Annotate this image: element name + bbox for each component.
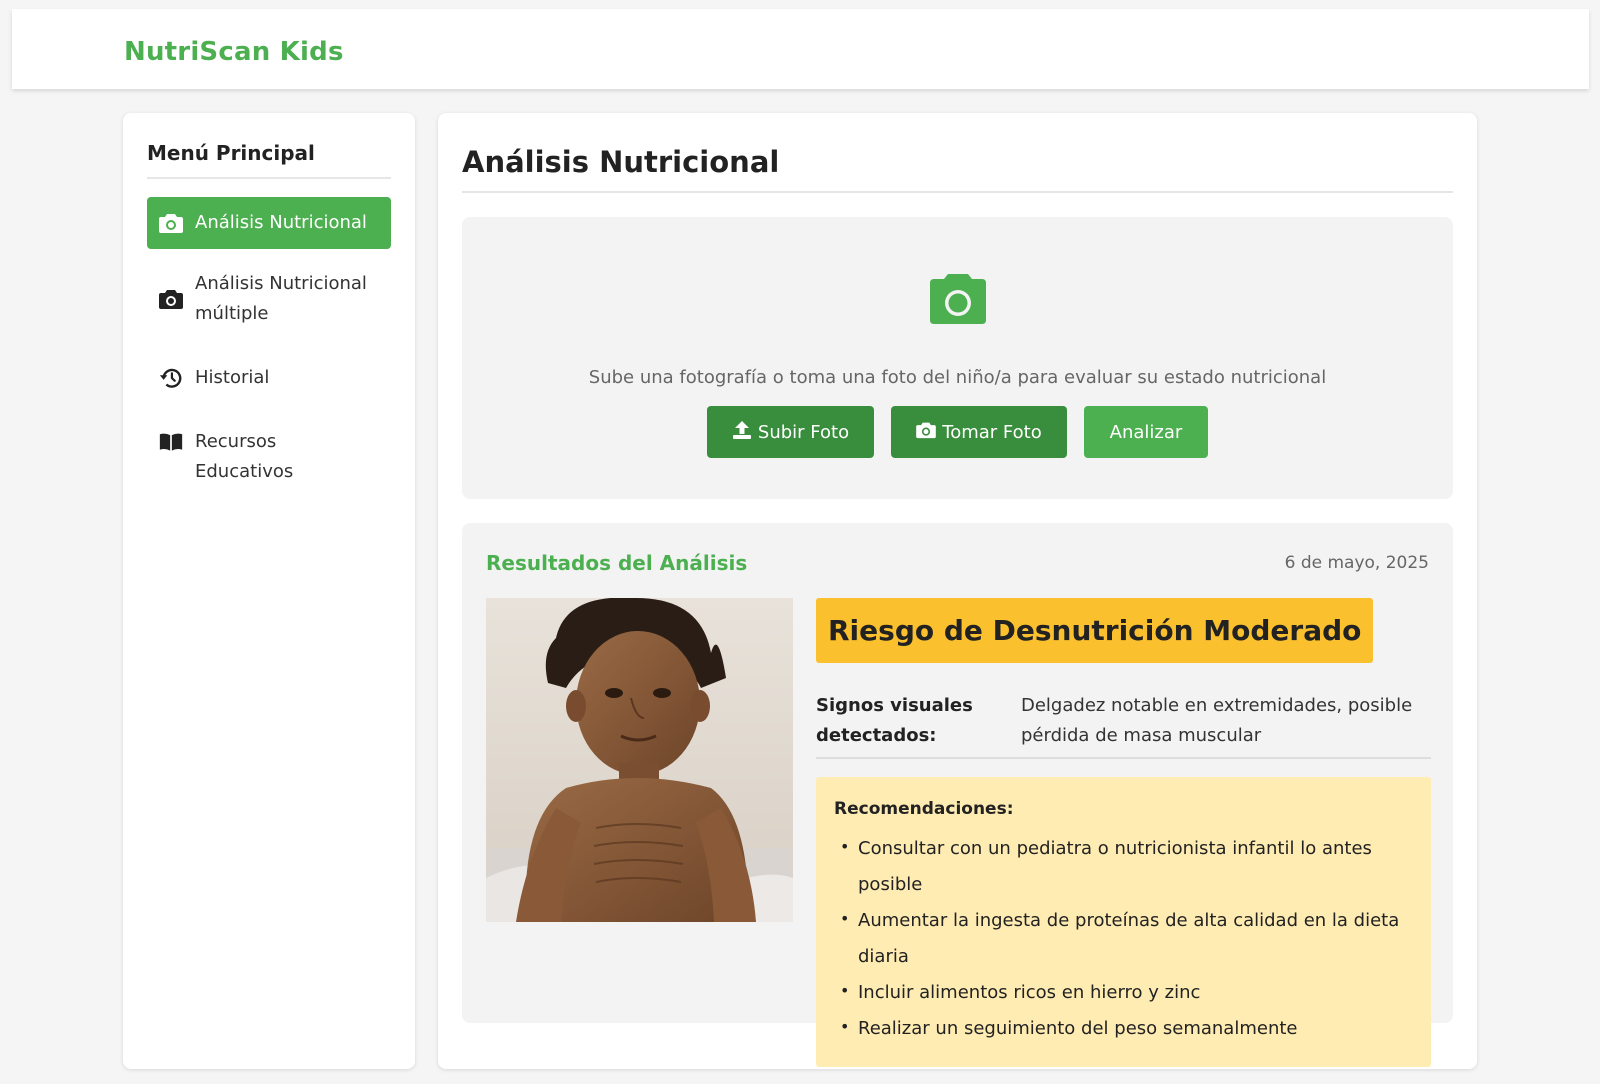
- app-header: NutriScan Kids: [12, 9, 1589, 89]
- list-item: Aumentar la ingesta de proteínas de alta…: [834, 901, 1413, 975]
- sidebar-title: Menú Principal: [147, 141, 391, 179]
- sidebar: Menú Principal Análisis Nutricional Anál…: [123, 113, 415, 1069]
- visual-signs-label: Signos visuales detectados:: [816, 695, 973, 746]
- upload-area[interactable]: Sube una fotografía o toma una foto del …: [462, 217, 1453, 499]
- list-item: Realizar un seguimiento del peso semanal…: [834, 1009, 1413, 1047]
- sidebar-item-analisis-multiple[interactable]: Análisis Nutricional múltiple: [147, 259, 391, 341]
- recommendations-list: Consultar con un pediatra o nutricionist…: [834, 829, 1413, 1047]
- camera-icon: [929, 273, 987, 329]
- analyze-button[interactable]: Analizar: [1084, 406, 1208, 458]
- camera-icon: [159, 208, 183, 238]
- recommendations-box: Recomendaciones: Consultar con un pediat…: [816, 777, 1431, 1067]
- results-date: 6 de mayo, 2025: [1284, 553, 1429, 573]
- recommendations-title: Recomendaciones:: [834, 799, 1014, 819]
- results-header: Resultados del Análisis 6 de mayo, 2025: [486, 551, 1429, 575]
- sidebar-item-historial[interactable]: Historial: [147, 351, 391, 405]
- sidebar-item-analisis-nutricional[interactable]: Análisis Nutricional: [147, 197, 391, 249]
- upload-actions: Subir Foto Tomar Foto Analizar: [462, 406, 1453, 458]
- results-panel: Resultados del Análisis 6 de mayo, 2025: [462, 523, 1453, 1067]
- results-info: Riesgo de Desnutrición Moderado Signos v…: [816, 598, 1431, 1067]
- sidebar-item-label: Análisis Nutricional: [195, 212, 367, 233]
- sidebar-item-label: Recursos Educativos: [195, 431, 294, 482]
- sidebar-item-label: Análisis Nutricional múltiple: [195, 273, 367, 324]
- upload-photo-label: Subir Foto: [757, 421, 850, 443]
- upload-icon: [732, 420, 752, 445]
- take-photo-button[interactable]: Tomar Foto: [891, 406, 1067, 458]
- upload-instructions: Sube una fotografía o toma una foto del …: [588, 367, 1327, 388]
- camera-icon: [916, 421, 937, 444]
- child-photo: [486, 598, 793, 922]
- visual-signs-row: Signos visuales detectados: Delgadez not…: [816, 691, 1431, 759]
- results-title: Resultados del Análisis: [486, 551, 748, 575]
- sidebar-item-label: Historial: [195, 367, 270, 388]
- list-item: Consultar con un pediatra o nutricionist…: [834, 829, 1413, 903]
- take-photo-label: Tomar Foto: [942, 421, 1042, 443]
- book-icon: [159, 427, 183, 457]
- page-title: Análisis Nutricional: [462, 145, 1453, 193]
- list-item: Incluir alimentos ricos en hierro y zinc: [834, 973, 1413, 1011]
- brand-logo-text[interactable]: NutriScan Kids: [124, 37, 344, 67]
- risk-badge: Riesgo de Desnutrición Moderado: [816, 598, 1374, 663]
- main-panel: Análisis Nutricional Sube una fotografía…: [438, 113, 1477, 1069]
- upload-photo-button[interactable]: Subir Foto: [707, 406, 874, 458]
- history-icon: [159, 363, 183, 393]
- visual-signs-value: Delgadez notable en extremidades, posibl…: [1021, 695, 1413, 746]
- camera-icon: [159, 284, 183, 314]
- sidebar-item-recursos[interactable]: Recursos Educativos: [147, 415, 391, 499]
